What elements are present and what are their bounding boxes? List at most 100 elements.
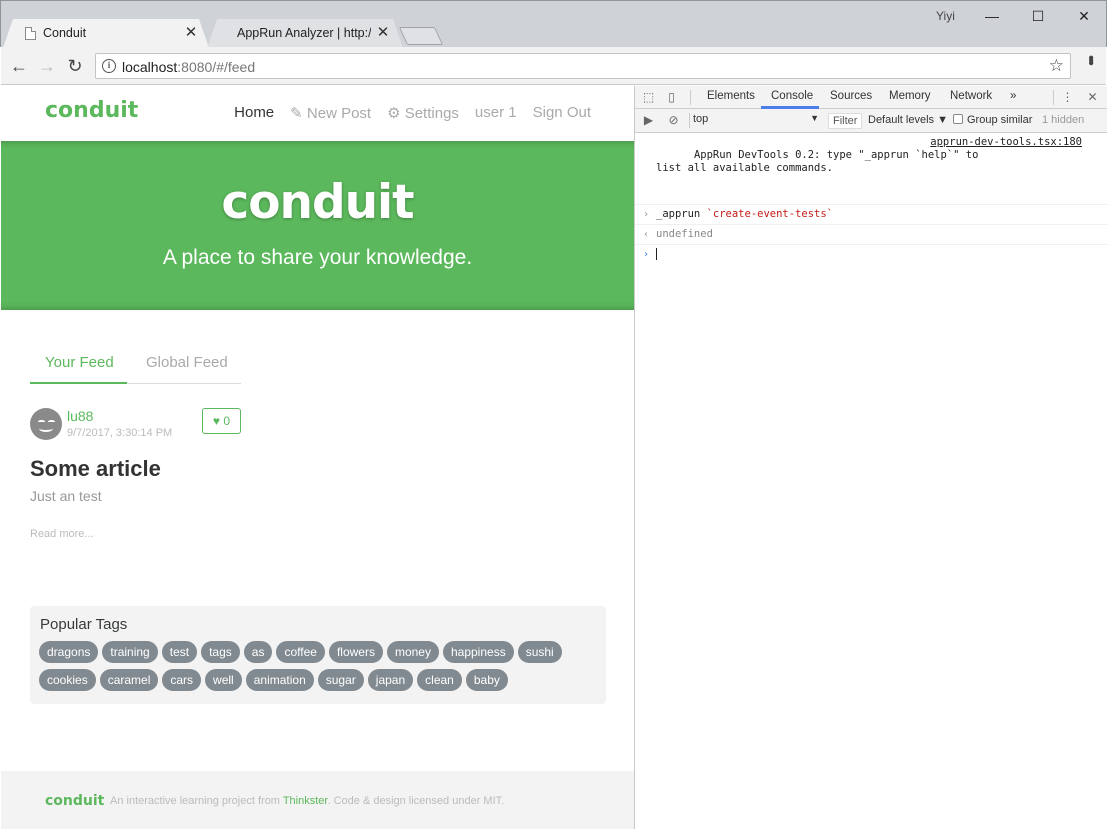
tab-conduit[interactable]: Conduit ✕ [3, 19, 209, 48]
console-prompt[interactable]: › [635, 245, 1107, 265]
new-tab-button[interactable] [398, 27, 444, 45]
tags-row-2: cookies caramel cars well animation suga… [39, 669, 508, 691]
tag-pill[interactable]: clean [417, 669, 462, 691]
devtools-tab-sources[interactable]: Sources [830, 90, 872, 102]
tag-pill[interactable]: caramel [99, 669, 159, 691]
tag-pill[interactable]: sugar [317, 669, 364, 691]
page-icon [25, 27, 36, 40]
article-title[interactable]: Some article [30, 456, 161, 482]
tag-pill[interactable]: japan [367, 669, 414, 691]
tag-pill[interactable]: coffee [276, 641, 325, 663]
devtools-tab-network[interactable]: Network [950, 90, 992, 102]
devtools-close-icon[interactable]: ✕ [1085, 90, 1100, 105]
article-description[interactable]: Just an test [30, 488, 102, 504]
group-similar-checkbox[interactable]: Group similar [953, 114, 1032, 126]
browser-menu-icon[interactable]: ••• [1081, 55, 1099, 63]
nav-user[interactable]: user 1 [475, 104, 517, 122]
forward-icon[interactable]: → [36, 55, 58, 77]
hidden-count: 1 hidden [1042, 114, 1085, 126]
minimize-button[interactable]: — [977, 5, 1007, 27]
tag-pill[interactable]: cars [162, 669, 202, 691]
address-bar[interactable]: i localhost:8080/#/feed ☆ [95, 53, 1071, 79]
bookmark-star-icon[interactable]: ☆ [1049, 56, 1064, 76]
hero-banner: conduit A place to share your knowledge. [1, 141, 634, 310]
nav-new-post[interactable]: ✎ New Post [290, 104, 371, 122]
device-toolbar-icon[interactable]: ▯ [664, 90, 679, 105]
tag-pill[interactable]: tags [201, 641, 240, 663]
console-filterbar: ▶ ⊘ top ▼ Filter Default levels ▼ Group s… [635, 109, 1107, 133]
tag-pill[interactable]: test [161, 641, 198, 663]
tag-pill[interactable]: flowers [328, 641, 383, 663]
console-output: AppRun DevTools 0.2: type "_apprun `help… [635, 133, 1107, 265]
tab-apprun-analyzer[interactable]: AppRun Analyzer | http:// ✕ [207, 19, 403, 48]
source-link[interactable]: apprun-dev-tools.tsx:180 [930, 136, 1082, 149]
active-tab-indicator [30, 382, 127, 384]
nav-sign-out[interactable]: Sign Out [533, 104, 591, 122]
tag-pill[interactable]: cookies [39, 669, 96, 691]
tag-pill[interactable]: training [102, 641, 158, 663]
tag-pill[interactable]: animation [245, 669, 314, 691]
favorite-button[interactable]: ♥ 0 [202, 408, 241, 434]
tag-pill[interactable]: dragons [39, 641, 99, 663]
console-input-echo: › _apprun `create-event-tests` [635, 205, 1107, 225]
popular-tags-panel: Popular Tags dragons training test tags … [30, 606, 606, 704]
browser-toolbar: ← → ↻ i localhost:8080/#/feed ☆ ••• [1, 47, 1106, 85]
back-icon[interactable]: ← [8, 55, 30, 77]
inspect-element-icon[interactable]: ⬚ [641, 90, 656, 105]
tab-close-icon[interactable]: ✕ [184, 24, 198, 42]
checkbox-icon [953, 114, 963, 124]
brand-logo[interactable]: conduit [45, 98, 138, 123]
nav-links: Home ✎ New Post ⚙ Settings user 1 Sign O… [234, 104, 591, 122]
thinkster-link[interactable]: Thinkster [283, 795, 328, 807]
avatar[interactable] [30, 408, 62, 440]
devtools-panel: ⬚ ▯ Elements Console Sources Memory Netw… [634, 86, 1107, 829]
banner-title: conduit [221, 175, 414, 230]
clear-console-icon[interactable]: ⊘ [666, 113, 681, 128]
devtools-tab-elements[interactable]: Elements [707, 90, 755, 102]
page-viewport: conduit Home ✎ New Post ⚙ Settings user … [1, 86, 634, 829]
page-footer: conduit An interactive learning project … [1, 771, 634, 829]
devtools-tab-memory[interactable]: Memory [889, 90, 931, 102]
tab-title: Conduit [43, 26, 87, 40]
footer-logo[interactable]: conduit [45, 793, 104, 809]
log-levels-dropdown[interactable]: Default levels ▼ [868, 114, 948, 126]
read-more-link[interactable]: Read more... [30, 528, 94, 540]
devtools-menu-icon[interactable]: ⋮ [1060, 90, 1075, 105]
console-filter-input[interactable]: Filter [828, 113, 862, 129]
console-sidebar-icon[interactable]: ▶ [641, 113, 656, 128]
tag-pill[interactable]: happiness [442, 641, 514, 663]
article-author[interactable]: lu88 [67, 408, 93, 424]
tab-global-feed[interactable]: Global Feed [146, 354, 228, 371]
tag-pill[interactable]: sushi [517, 641, 562, 663]
app-navbar: conduit Home ✎ New Post ⚙ Settings user … [1, 86, 634, 141]
tag-pill[interactable]: well [205, 669, 242, 691]
reload-icon[interactable]: ↻ [64, 55, 86, 77]
devtools-tabbar: ⬚ ▯ Elements Console Sources Memory Netw… [635, 86, 1107, 109]
nav-home[interactable]: Home [234, 104, 274, 122]
text-cursor [656, 248, 657, 260]
context-selector[interactable]: top ▼ [693, 113, 819, 129]
tags-row-1: dragons training test tags as coffee flo… [39, 641, 562, 663]
prompt-chevron-icon: › [643, 249, 650, 260]
banner-subtitle: A place to share your knowledge. [162, 246, 473, 269]
devtools-tab-console[interactable]: Console [771, 90, 813, 102]
devtools-more-tabs[interactable]: » [1010, 90, 1016, 102]
tab-your-feed[interactable]: Your Feed [45, 354, 114, 371]
tab-close-icon[interactable]: ✕ [376, 24, 390, 42]
article-date: 9/7/2017, 3:30:14 PM [67, 427, 173, 439]
tag-pill[interactable]: as [243, 641, 273, 663]
tag-pill[interactable]: baby [465, 669, 508, 691]
tags-title: Popular Tags [40, 616, 128, 633]
result-arrow-icon: ‹ [643, 229, 650, 240]
info-icon[interactable]: i [102, 59, 116, 73]
close-window-button[interactable]: ✕ [1069, 5, 1099, 27]
console-message: AppRun DevTools 0.2: type "_apprun `help… [635, 133, 1107, 205]
url-text[interactable]: localhost:8080/#/feed [122, 59, 255, 75]
tag-pill[interactable]: money [386, 641, 439, 663]
dropdown-caret-icon: ▼ [810, 113, 819, 123]
nav-settings[interactable]: ⚙ Settings [387, 104, 459, 122]
maximize-button[interactable]: ☐ [1023, 5, 1053, 27]
window-titlebar: Conduit ✕ AppRun Analyzer | http:// ✕ Yi… [0, 0, 1107, 47]
console-result: ‹ undefined [635, 225, 1107, 245]
profile-name[interactable]: Yiyi [936, 9, 955, 23]
